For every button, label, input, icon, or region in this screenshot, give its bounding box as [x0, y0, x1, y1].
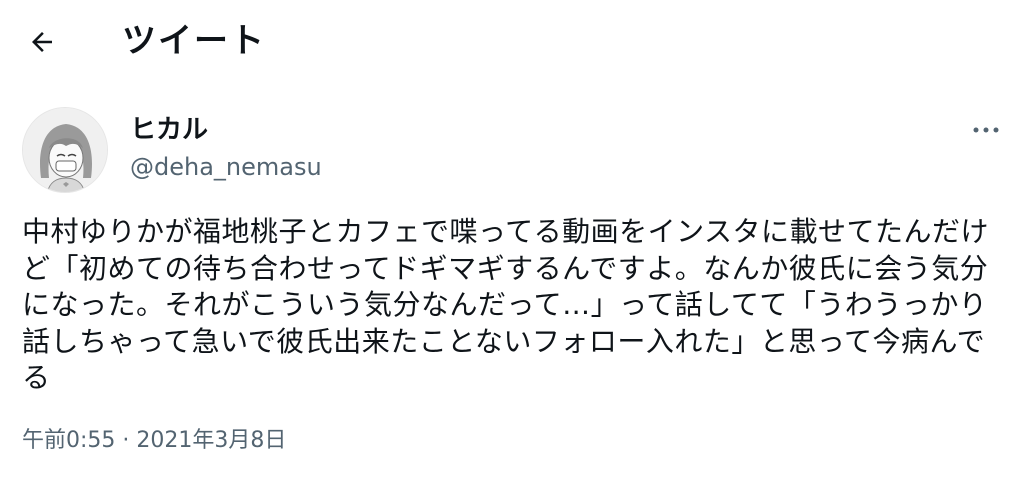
- author-display-name[interactable]: ヒカル: [130, 112, 208, 148]
- avatar-illustration-icon: [23, 108, 107, 192]
- arrow-left-icon: [32, 32, 52, 52]
- ellipsis-icon: [973, 127, 999, 133]
- more-options-button[interactable]: [966, 115, 1006, 145]
- tweet-text: 中村ゆりかが福地桃子とカフェで喋ってる動画をインスタに載せてたんだけど「初めての…: [22, 215, 990, 394]
- tweet-timestamp[interactable]: 午前0:55 · 2021年3月8日: [22, 424, 286, 458]
- back-button[interactable]: [22, 22, 62, 62]
- author-handle[interactable]: @deha_nemasu: [130, 150, 322, 184]
- page-title: ツイート: [122, 21, 266, 61]
- tweet-detail-page: ツイート ヒカル @deha_nemasu 中村ゆりかが福地桃子とカフェで喋って…: [0, 0, 1024, 483]
- header: ツイート: [0, 0, 1024, 82]
- avatar[interactable]: [22, 107, 108, 193]
